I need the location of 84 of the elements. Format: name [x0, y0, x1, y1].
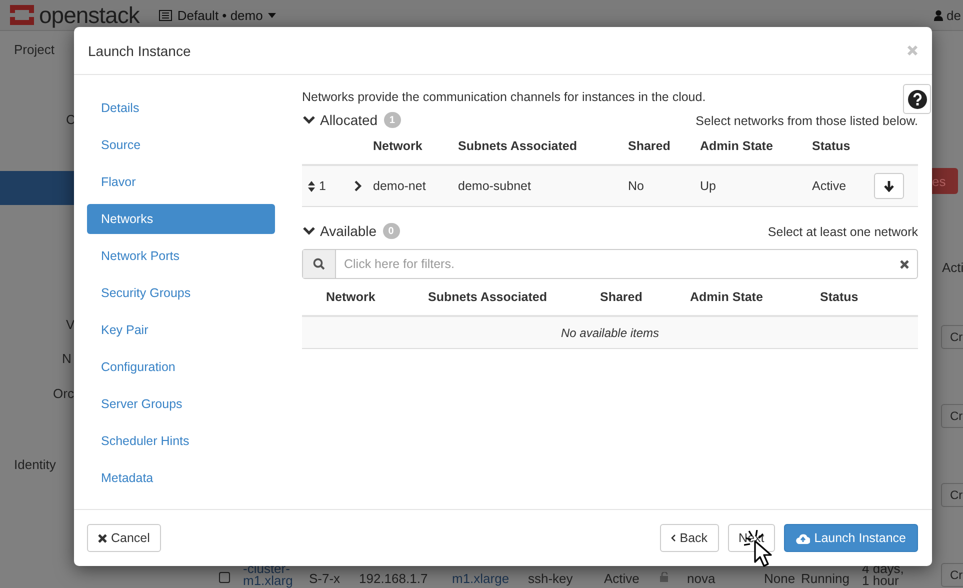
table-cell: S-7-x	[309, 571, 340, 586]
table-cell-text: No	[628, 179, 645, 193]
wizard-step-tab[interactable]: Details	[87, 93, 275, 123]
column-header: Subnets Associated	[458, 139, 578, 153]
search-icon	[313, 258, 325, 270]
wizard-step-tab[interactable]: Flavor	[87, 167, 275, 197]
wizard-step-tab[interactable]: Security Groups	[87, 278, 275, 308]
table-cell: None	[764, 571, 796, 586]
clear-icon[interactable]	[900, 260, 909, 268]
wizard-step-tab[interactable]: Networks	[87, 204, 275, 234]
row-action-button[interactable]: Cr	[941, 563, 963, 587]
row-action-button[interactable]: Cr	[941, 483, 963, 507]
chevron-right-icon[interactable]	[354, 180, 362, 192]
wizard-step-tab[interactable]: Key Pair	[87, 315, 275, 345]
column-header: Admin State	[700, 139, 774, 153]
wizard-step-tab[interactable]: Server Groups	[87, 389, 275, 419]
chevron-down-icon	[302, 226, 316, 236]
age-line: 1 hour	[862, 575, 899, 587]
sidebar-item: V	[66, 317, 75, 332]
user-menu[interactable]: de	[934, 8, 961, 22]
table-cell: Active	[604, 571, 640, 586]
wizard-step-tab[interactable]: Configuration	[87, 352, 275, 382]
cloud-upload-icon	[796, 532, 810, 544]
chevron-left-icon	[670, 534, 676, 542]
list-icon	[159, 10, 172, 20]
sidebar-section: Identity	[14, 457, 56, 472]
column-header: Subnets Associated	[428, 290, 548, 304]
table-cell-text: demo-subnet	[458, 179, 532, 193]
table-cell: nova	[687, 571, 716, 586]
sidebar-item: N	[62, 351, 72, 366]
logo-icon	[8, 3, 36, 27]
launch-instance-button[interactable]: Launch Instance	[784, 524, 918, 552]
column-header: Admin State	[690, 290, 764, 304]
back-button[interactable]: Back	[660, 524, 719, 552]
filter-field[interactable]: Click here for filters.	[302, 249, 918, 279]
close-icon	[98, 534, 107, 542]
column-header: Network	[373, 139, 424, 153]
project-selector[interactable]: Default • demo	[159, 8, 276, 22]
project-menu-label: Project	[14, 42, 54, 57]
brand-name[interactable]: openstack	[39, 2, 140, 28]
arrow-down-icon	[884, 180, 894, 192]
column-header: Network	[326, 290, 376, 304]
column-header: Acti	[942, 260, 963, 275]
hint-text: Select networks from those listed below.	[696, 114, 918, 128]
instance-name-line: -cluster-	[243, 563, 290, 575]
help-icon	[908, 90, 926, 108]
column-header: Status	[812, 139, 852, 153]
wizard-step-tab[interactable]: Scheduler Hints	[87, 426, 275, 456]
table-cell-text: demo-net	[373, 179, 427, 193]
chevron-down-icon	[302, 115, 316, 125]
filter-input[interactable]: Click here for filters.	[342, 256, 900, 272]
description-text: Networks provide the communication channels for instances in the cloud.	[302, 90, 707, 104]
count-badge: 1	[384, 112, 401, 128]
table-cell: 192.168.1.7	[359, 571, 428, 586]
count-badge: 0	[382, 223, 400, 239]
column-header: Shared	[628, 139, 672, 153]
user-icon	[934, 10, 943, 20]
row-checkbox[interactable]	[219, 572, 230, 583]
cancel-button[interactable]: Cancel	[87, 524, 161, 552]
table-cell: Running	[801, 571, 850, 586]
wizard-step-tab[interactable]: Network Ports	[87, 241, 275, 271]
deallocate-button[interactable]	[874, 173, 904, 199]
instance-name-line: m1.xlarg	[243, 575, 293, 587]
table-cell: 1	[319, 179, 326, 193]
table-cell-text: Active	[812, 179, 848, 193]
sort-icon[interactable]	[308, 180, 315, 192]
column-header: Status	[820, 290, 860, 304]
caret-icon	[268, 12, 276, 18]
row-action-button[interactable]: Cr	[941, 404, 963, 428]
wizard-step-tab[interactable]: Source	[87, 130, 275, 160]
wizard-step-tab[interactable]: Metadata	[87, 463, 275, 493]
table-cell: ssh-key	[528, 571, 573, 586]
help-button[interactable]	[903, 84, 931, 114]
allocated-section-toggle[interactable]: Allocated 1	[302, 112, 401, 128]
table-cell-text: Up	[700, 179, 717, 193]
column-header: Shared	[600, 290, 644, 304]
lock-icon	[660, 572, 670, 582]
row-action-button[interactable]: Cr	[941, 325, 963, 349]
hint-text: Select at least one network	[768, 225, 918, 239]
sidebar-item: C	[66, 112, 76, 127]
sidebar-item: Orc	[53, 386, 74, 401]
available-section-toggle[interactable]: Available 0	[302, 223, 400, 239]
dialog-title: Launch Instance	[88, 42, 191, 58]
empty-message: No available items	[560, 326, 660, 340]
